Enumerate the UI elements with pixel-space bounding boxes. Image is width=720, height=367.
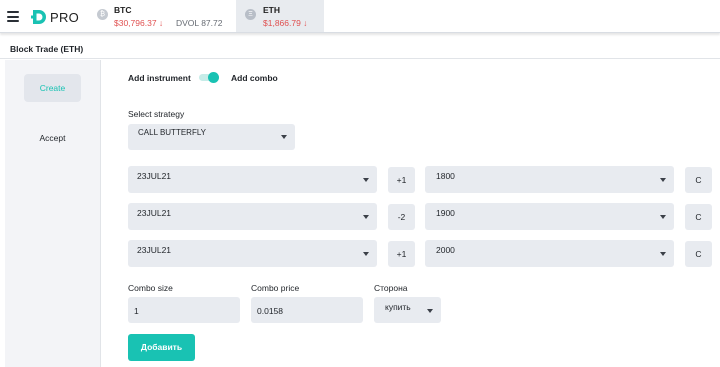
leg-expiry-value: 23JUL21 <box>137 208 172 218</box>
leg-expiry-value: 23JUL21 <box>137 245 172 255</box>
page-title: Block Trade (ETH) <box>10 44 84 54</box>
toggle-knob <box>208 72 219 83</box>
hamburger-menu-icon[interactable] <box>7 11 19 22</box>
leg-3-option-type[interactable]: C <box>685 241 712 267</box>
leg-1-ratio[interactable]: +1 <box>388 167 415 193</box>
ticker-name: BTC <box>114 5 132 15</box>
side-label: Сторона <box>374 283 408 293</box>
leg-2-strike-select[interactable]: 1900 <box>425 203 674 230</box>
dvol-value: DVOL 87.72 <box>176 18 223 28</box>
leg-2-expiry-select[interactable]: 23JUL21 <box>128 203 377 230</box>
side-select[interactable]: купить <box>374 297 441 323</box>
leg-2-ratio[interactable]: -2 <box>388 204 415 230</box>
leg-1-strike-select[interactable]: 1800 <box>425 166 674 193</box>
leg-1-option-type[interactable]: C <box>685 167 712 193</box>
ticker-eth[interactable]: Ξ ETH $1,866.79 ↓ <box>236 0 324 32</box>
leg-expiry-value: 23JUL21 <box>137 171 172 181</box>
chevron-down-icon <box>660 215 666 219</box>
strategy-value: CALL BUTTERFLY <box>138 128 207 137</box>
chevron-down-icon <box>281 135 287 139</box>
bitcoin-icon: ₿ <box>97 9 108 20</box>
leg-strike-value: 2000 <box>436 245 455 255</box>
chevron-down-icon <box>363 178 369 182</box>
ticker-name: ETH <box>263 5 280 15</box>
combo-price-label: Combo price <box>251 283 300 293</box>
leg-3-ratio[interactable]: +1 <box>388 241 415 267</box>
combo-size-value: 1 <box>134 306 139 316</box>
logo-text: PRO <box>50 9 80 25</box>
leg-strike-value: 1900 <box>436 208 455 218</box>
ticker-price: $1,866.79 ↓ <box>263 18 308 28</box>
strategy-select[interactable]: CALL BUTTERFLY <box>128 124 295 150</box>
divider <box>0 58 720 59</box>
side-value: купить <box>385 302 411 312</box>
ticker-price: $30,796.37 ↓ <box>114 18 164 28</box>
leg-3-expiry-select[interactable]: 23JUL21 <box>128 240 377 267</box>
leg-3-strike-select[interactable]: 2000 <box>425 240 674 267</box>
top-bar: PRO ₿ BTC $30,796.37 ↓ DVOL 87.72 Ξ ETH … <box>0 0 720 33</box>
chevron-down-icon <box>363 215 369 219</box>
leg-2-option-type[interactable]: C <box>685 204 712 230</box>
combo-price-input[interactable]: 0.0158 <box>251 297 363 323</box>
sidebar: Create Accept <box>5 60 101 367</box>
strategy-label: Select strategy <box>128 109 185 119</box>
chevron-down-icon <box>427 309 433 313</box>
sidebar-item-accept[interactable]: Accept <box>24 124 81 152</box>
add-instrument-label: Add instrument <box>128 73 191 83</box>
combo-size-label: Combo size <box>128 283 173 293</box>
combo-size-input[interactable]: 1 <box>128 297 240 323</box>
chevron-down-icon <box>660 252 666 256</box>
leg-strike-value: 1800 <box>436 171 455 181</box>
deribit-logo-icon <box>31 10 46 24</box>
leg-1-expiry-select[interactable]: 23JUL21 <box>128 166 377 193</box>
logo[interactable]: PRO <box>30 7 79 27</box>
sidebar-item-create[interactable]: Create <box>24 74 81 102</box>
ethereum-icon: Ξ <box>245 9 256 20</box>
chevron-down-icon <box>363 252 369 256</box>
add-button[interactable]: Добавить <box>128 334 195 361</box>
instrument-combo-toggle[interactable] <box>199 72 219 83</box>
chevron-down-icon <box>660 178 666 182</box>
add-combo-label: Add combo <box>231 73 278 83</box>
combo-price-value: 0.0158 <box>257 306 283 316</box>
ticker-btc[interactable]: ₿ BTC $30,796.37 ↓ DVOL 87.72 <box>94 0 234 32</box>
